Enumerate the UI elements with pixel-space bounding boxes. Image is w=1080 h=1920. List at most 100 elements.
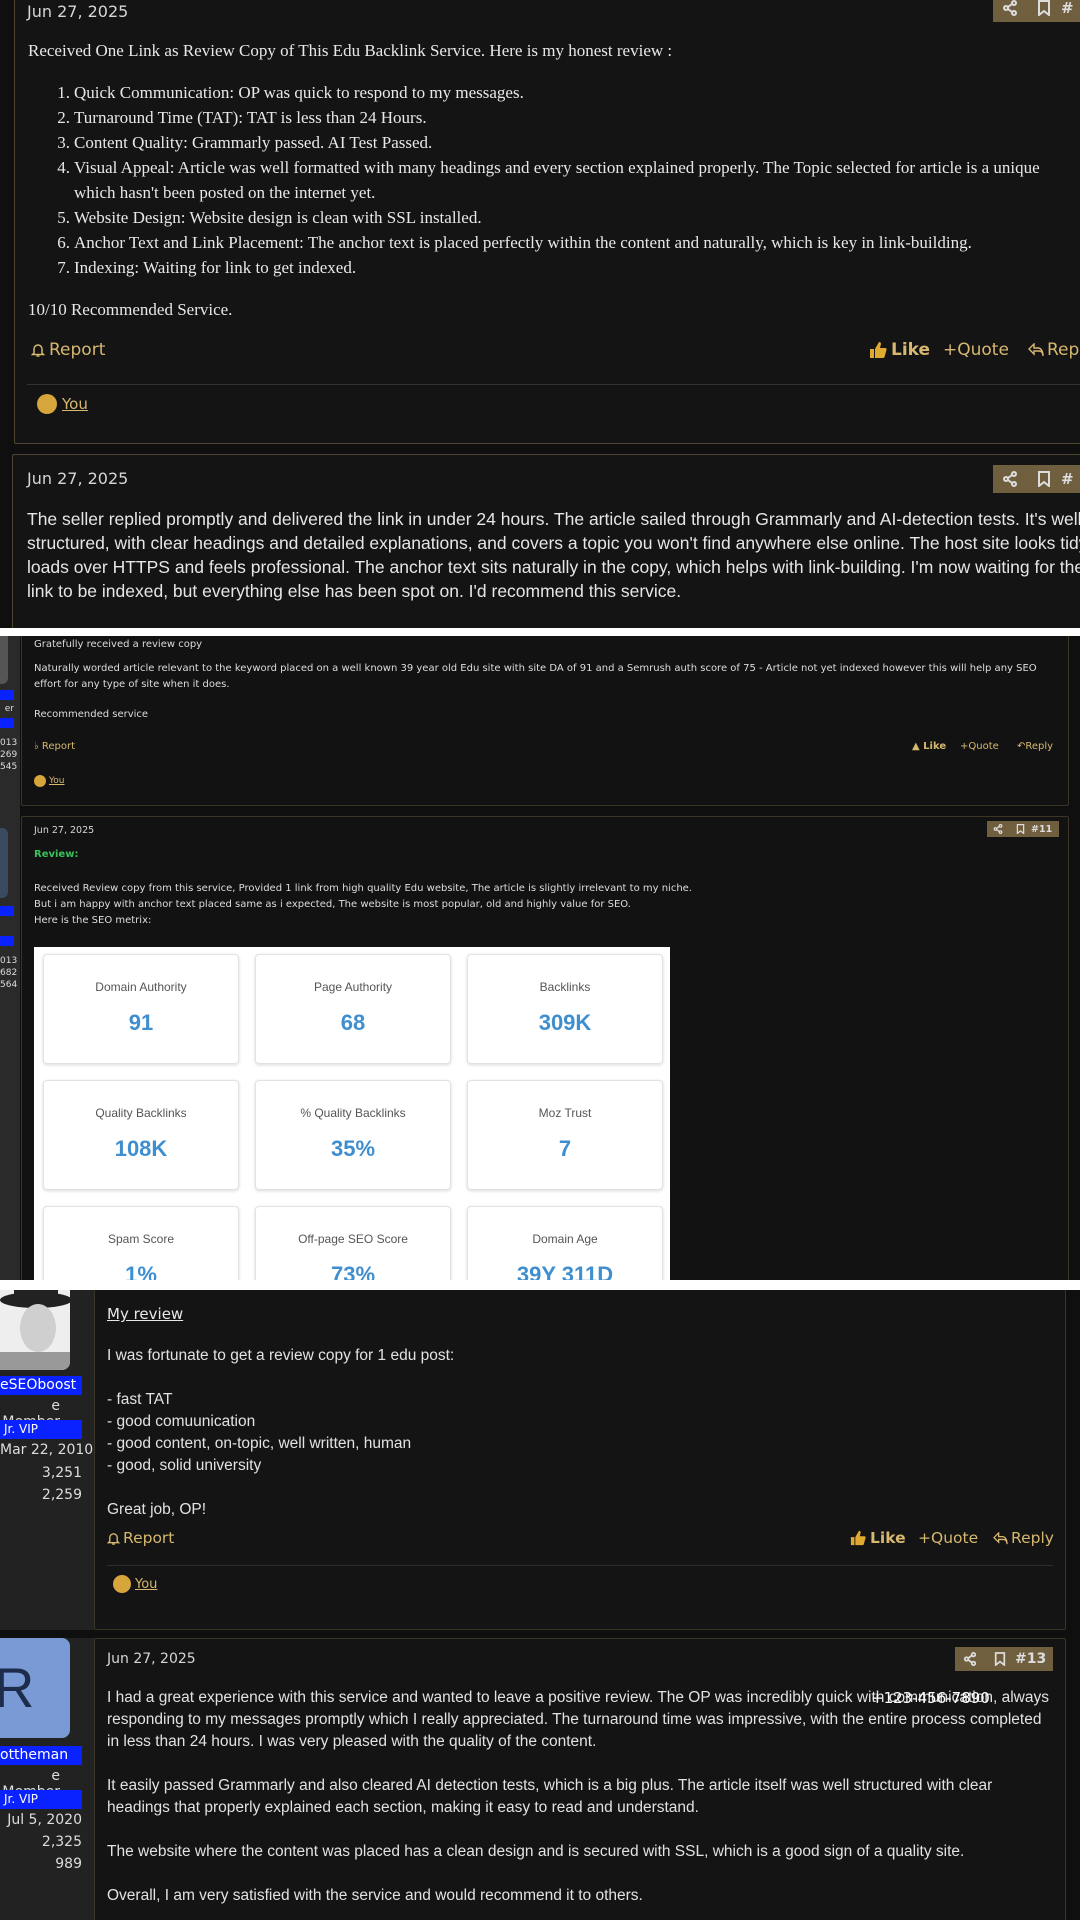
list-item: - good comuunication (107, 1413, 256, 1430)
bell-icon (31, 344, 45, 357)
post-actions: # (993, 465, 1080, 493)
username[interactable]: ottheman (0, 1746, 82, 1765)
post-body: I was fortunate to get a review copy for… (107, 1345, 1047, 1521)
bell-icon (107, 1532, 120, 1545)
bookmark-icon[interactable] (1009, 821, 1031, 837)
like-button[interactable]: Like (850, 1529, 906, 1547)
user-sidebar: eSEOboost e Member Jr. VIP Mar 22, 2010 … (0, 1290, 94, 1630)
post-actions: # (993, 0, 1080, 22)
metric-card-off-page-seo-score: Off-page SEO Score 73% (255, 1206, 451, 1280)
bookmark-icon[interactable] (985, 1647, 1015, 1671)
share-icon[interactable] (987, 821, 1009, 837)
review-label: Review: (34, 849, 79, 860)
user-reactions: 545 (0, 762, 18, 772)
list-item: 7. Indexing: Waiting for link to get inde… (57, 258, 357, 277)
post-date[interactable]: Jun 27, 2025 (34, 825, 94, 836)
list-item: - fast TAT (107, 1391, 173, 1408)
share-icon[interactable] (993, 0, 1027, 22)
post-title: My review (107, 1305, 184, 1323)
share-icon[interactable] (955, 1647, 985, 1671)
user-badge (0, 718, 14, 728)
avatar (0, 828, 8, 898)
post-actions: #13 (955, 1647, 1053, 1671)
report-button[interactable]: ♭ Report (34, 741, 75, 752)
share-icon[interactable] (993, 465, 1027, 493)
post-5: My review I was fortunate to get a revie… (94, 1290, 1066, 1630)
post-closing: 10/10 Recommended Service. (28, 300, 233, 319)
bookmark-icon[interactable] (1027, 0, 1061, 22)
post-date[interactable]: Jun 27, 2025 (107, 1651, 196, 1667)
reply-button[interactable]: Reply (993, 1529, 1054, 1547)
list-item: 2. Turnaround Time (TAT): TAT is less tha… (57, 108, 427, 127)
post-intro: Received One Link as Review Copy of This… (28, 41, 673, 60)
bookmark-icon[interactable] (1027, 465, 1061, 493)
reply-button[interactable]: Rep (1028, 340, 1079, 360)
like-button[interactable]: Like (869, 340, 930, 360)
review-list: 1. Quick Communication: OP was quick to r… (28, 80, 1068, 280)
thumbs-up-icon (850, 1530, 866, 1546)
thumbs-up-icon (37, 394, 57, 414)
list-item: 1. Quick Communication: OP was quick to r… (57, 83, 524, 102)
metric-card-domain-authority: Domain Authority 91 (43, 954, 239, 1064)
thumbs-up-icon (870, 342, 887, 358)
post-6: Jun 27, 2025 #13 I had a great experienc… (94, 1638, 1066, 1920)
user-messages: 2,325 (41, 1834, 82, 1850)
thumbs-up-icon (113, 1575, 131, 1593)
metric-card-quality-backlinks-percent: % Quality Backlinks 35% (255, 1080, 451, 1190)
screenshot-section-2: er 013 269 545 Gratefully received a rev… (0, 636, 1080, 1280)
post-body: Naturally worded article relevant to the… (34, 663, 1037, 690)
post-number[interactable]: #11 (1031, 824, 1052, 835)
avatar (0, 1290, 70, 1370)
reactions-bar: You (34, 775, 65, 787)
quote-button[interactable]: +Quote (918, 1529, 978, 1547)
user-badge (0, 906, 14, 916)
post-number[interactable]: # (1061, 0, 1074, 17)
user-badge (0, 936, 14, 946)
user-reactions: 564 (0, 980, 18, 990)
metric-card-domain-age: Domain Age 39Y 311D (467, 1206, 663, 1280)
reaction-user-link[interactable]: You (62, 395, 88, 413)
report-button[interactable]: Report (107, 1529, 174, 1547)
reactions-bar: You (113, 1575, 157, 1593)
seo-metrics-image: Domain Authority 91 Page Authority 68 Back… (34, 947, 670, 1280)
section-divider (0, 628, 1080, 636)
list-item: 3. Content Quality: Grammarly passed. AI … (57, 133, 433, 152)
metric-card-spam-score: Spam Score 1% (43, 1206, 239, 1280)
user-badge: Jr. VIP (0, 1420, 82, 1439)
user-reactions: 989 (55, 1856, 82, 1872)
phone-overlay-text: +123-456-7890 (871, 1689, 990, 1707)
list-item: 6. Anchor Text and Link Placement: The an… (57, 233, 972, 252)
post-number[interactable]: # (1061, 470, 1074, 488)
list-item: 4. Visual Appeal: Article was well format… (57, 158, 1040, 202)
post-date[interactable]: Jun 27, 2025 (27, 469, 128, 488)
metric-card-page-authority: Page Authority 68 (255, 954, 451, 1064)
reaction-user-link[interactable]: You (135, 1577, 157, 1592)
post-body: I had a great experience with this servi… (107, 1689, 1049, 1904)
user-messages: 682 (0, 968, 18, 978)
list-item: - good, solid university (107, 1457, 262, 1474)
like-button[interactable]: ▲ Like (912, 741, 946, 752)
post-2: Jun 27, 2025 # The seller replied prompt… (12, 454, 1080, 628)
username[interactable]: eSEOboost (0, 1376, 82, 1395)
post-3: Gratefully received a review copy Natura… (21, 636, 1069, 806)
list-item: 5. Website Design: Website design is clea… (57, 208, 482, 227)
user-joined: Mar 22, 2010 (0, 1442, 94, 1458)
reactions-bar: You (37, 394, 88, 414)
quote-button[interactable]: +Quote (943, 340, 1009, 360)
post-date[interactable]: Jun 27, 2025 (27, 2, 128, 21)
reaction-user-link[interactable]: You (49, 776, 65, 786)
reply-button[interactable]: ↶Reply (1017, 741, 1053, 752)
post-4: Jun 27, 2025 #11 Review: Received Review… (21, 816, 1069, 1280)
post-closing: Recommended service (34, 709, 149, 720)
post-heading: Gratefully received a review copy (34, 639, 203, 650)
post-actions: #11 (987, 821, 1059, 837)
user-messages: 3,251 (41, 1465, 82, 1481)
post-body: The seller replied promptly and delivere… (27, 509, 1080, 601)
reply-icon (993, 1531, 1008, 1544)
user-badge: Jr. VIP (0, 1790, 82, 1809)
user-joined: 013 (0, 738, 18, 748)
quote-button[interactable]: +Quote (960, 741, 999, 752)
report-button[interactable]: Report (31, 340, 105, 360)
user-joined: Jul 5, 2020 (7, 1812, 82, 1828)
post-number[interactable]: #13 (1015, 1651, 1046, 1667)
